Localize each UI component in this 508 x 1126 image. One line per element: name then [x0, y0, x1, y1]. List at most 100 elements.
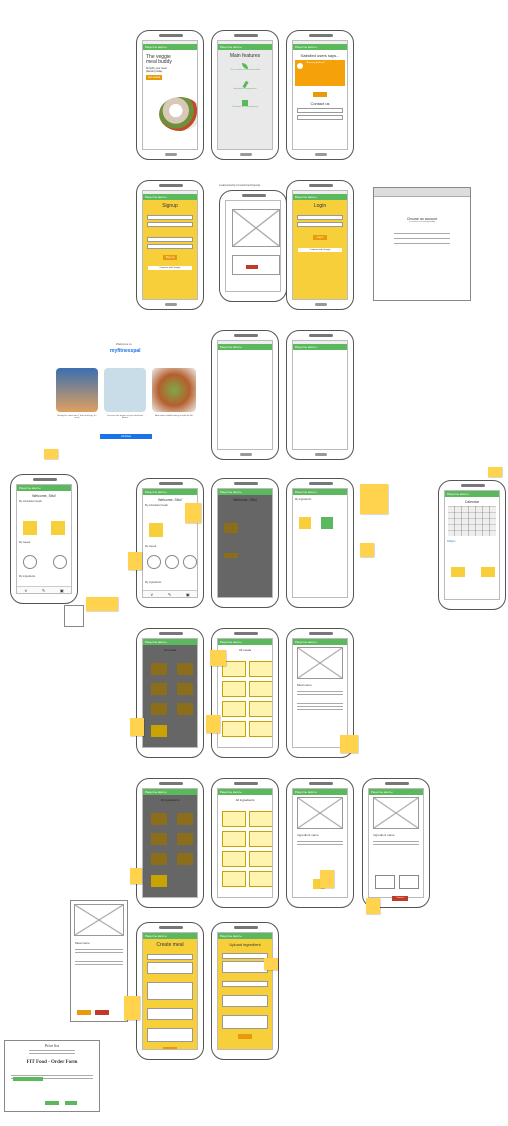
password-field[interactable]	[297, 222, 343, 227]
text-line	[75, 964, 123, 965]
bottom-nav[interactable]: ⋎ ✎ ▣	[143, 590, 197, 597]
meal-card[interactable]	[224, 523, 238, 533]
meal-card[interactable]	[177, 703, 193, 715]
meal-card[interactable]	[222, 701, 246, 717]
ingredient-name-field[interactable]	[222, 953, 268, 959]
ingredients-table[interactable]	[147, 982, 193, 1000]
password-field[interactable]	[147, 244, 193, 249]
meal-card[interactable]	[151, 683, 167, 695]
upload-area[interactable]	[222, 1015, 268, 1029]
nav-icon[interactable]: ✎	[42, 588, 45, 593]
category-field[interactable]	[222, 981, 268, 987]
ingredient-card[interactable]	[249, 871, 272, 887]
section-week: My weeek	[19, 541, 31, 544]
ingredient-card[interactable]	[299, 517, 311, 529]
ingredient-card[interactable]	[177, 813, 193, 825]
description-field[interactable]	[222, 961, 268, 973]
home-indicator	[315, 153, 327, 156]
meal-card[interactable]	[51, 521, 65, 535]
meal-card[interactable]	[249, 681, 272, 697]
dialog-button[interactable]	[246, 265, 258, 269]
save-button[interactable]	[163, 1047, 177, 1049]
nav-icon[interactable]: ✎	[168, 592, 171, 597]
ingredient-card[interactable]	[222, 871, 246, 887]
ingredient-card[interactable]	[151, 833, 167, 845]
ingredient-card[interactable]	[249, 811, 272, 827]
ingredient-card[interactable]	[177, 833, 193, 845]
bottom-nav[interactable]: ⋎ ✎ ▣	[17, 586, 71, 593]
welcome-title: Welcome, Silvi!	[158, 498, 182, 502]
phone-notch	[234, 334, 258, 337]
meal-card[interactable]	[481, 567, 495, 577]
signup-button[interactable]: Sign up	[163, 255, 177, 260]
meal-card[interactable]	[151, 663, 167, 675]
login-button[interactable]: Log in	[313, 235, 327, 240]
account-row[interactable]	[394, 238, 450, 239]
reset-button[interactable]	[65, 1101, 77, 1105]
password-field[interactable]	[147, 237, 193, 242]
save-button[interactable]	[238, 1034, 252, 1039]
ingredient-card[interactable]	[177, 853, 193, 865]
contact-field[interactable]	[297, 108, 343, 113]
ingredient-card[interactable]	[222, 851, 246, 867]
nav-icon[interactable]: ⋎	[24, 588, 27, 593]
calendar-grid[interactable]	[448, 506, 496, 536]
nav-icon[interactable]: ⋎	[150, 592, 153, 597]
meal-card[interactable]	[249, 721, 272, 737]
brand-text: myfitnesspal	[110, 348, 141, 354]
related-card[interactable]	[375, 875, 395, 889]
meal-card[interactable]	[23, 521, 37, 535]
account-row[interactable]	[394, 233, 450, 234]
phone-blank-1: Рецепты мечты	[211, 330, 279, 460]
account-row[interactable]	[394, 243, 450, 244]
meal-card[interactable]	[224, 553, 238, 558]
nav-icon[interactable]: ▣	[60, 588, 64, 593]
ingredient-card[interactable]	[222, 811, 246, 827]
meal-card[interactable]	[451, 567, 465, 577]
ingredient-card[interactable]	[151, 813, 167, 825]
phone-all-ingredients: Рецепты мечты All ingredients	[211, 778, 279, 908]
image-placeholder	[232, 209, 280, 247]
description-field[interactable]	[147, 962, 193, 974]
meal-card[interactable]	[249, 701, 272, 717]
delete-button[interactable]	[95, 1010, 109, 1015]
steps-field[interactable]	[147, 1008, 193, 1020]
ingredient-card[interactable]	[222, 831, 246, 847]
meal-card[interactable]	[149, 523, 163, 537]
meal-card[interactable]	[151, 725, 167, 737]
google-button[interactable]: Continue with Google	[148, 266, 192, 270]
ingredient-card[interactable]	[151, 853, 167, 865]
ingredient-card[interactable]	[151, 875, 167, 887]
phone-meals-dark: Рецепты мечты All meals	[136, 628, 204, 758]
meal-name-field[interactable]	[147, 954, 193, 960]
related-card[interactable]	[399, 875, 419, 889]
meal-name: Meal name	[75, 941, 90, 945]
meal-card[interactable]	[222, 721, 246, 737]
get-started-button[interactable]: Get started	[146, 75, 162, 80]
meal-card[interactable]	[222, 681, 246, 697]
form-field[interactable]	[13, 1077, 43, 1081]
email-field[interactable]	[297, 215, 343, 220]
edit-button[interactable]	[77, 1010, 91, 1015]
ingredient-card-active[interactable]	[321, 517, 333, 529]
cancel-button[interactable]: Cancel	[392, 896, 408, 901]
contact-field[interactable]	[297, 115, 343, 120]
image-placeholder	[297, 797, 343, 829]
calendar-title: Calendar	[464, 500, 480, 504]
submit-button[interactable]	[45, 1101, 59, 1105]
upload-area[interactable]	[147, 1028, 193, 1042]
ingredient-card[interactable]	[249, 851, 272, 867]
ingredient-card[interactable]	[249, 831, 272, 847]
meal-card[interactable]	[151, 703, 167, 715]
home-indicator	[315, 303, 327, 306]
nav-icon[interactable]: ▣	[186, 592, 190, 597]
name-field[interactable]	[147, 215, 193, 220]
meal-card[interactable]	[177, 683, 193, 695]
email-field[interactable]	[147, 222, 193, 227]
meal-card[interactable]	[249, 661, 272, 677]
meal-card[interactable]	[177, 663, 193, 675]
google-button[interactable]: Continue with Google	[298, 248, 342, 252]
continue-button[interactable]: Continue	[100, 434, 152, 439]
nutrition-field[interactable]	[222, 995, 268, 1007]
review-card: "Amazing platform!"	[295, 60, 345, 86]
